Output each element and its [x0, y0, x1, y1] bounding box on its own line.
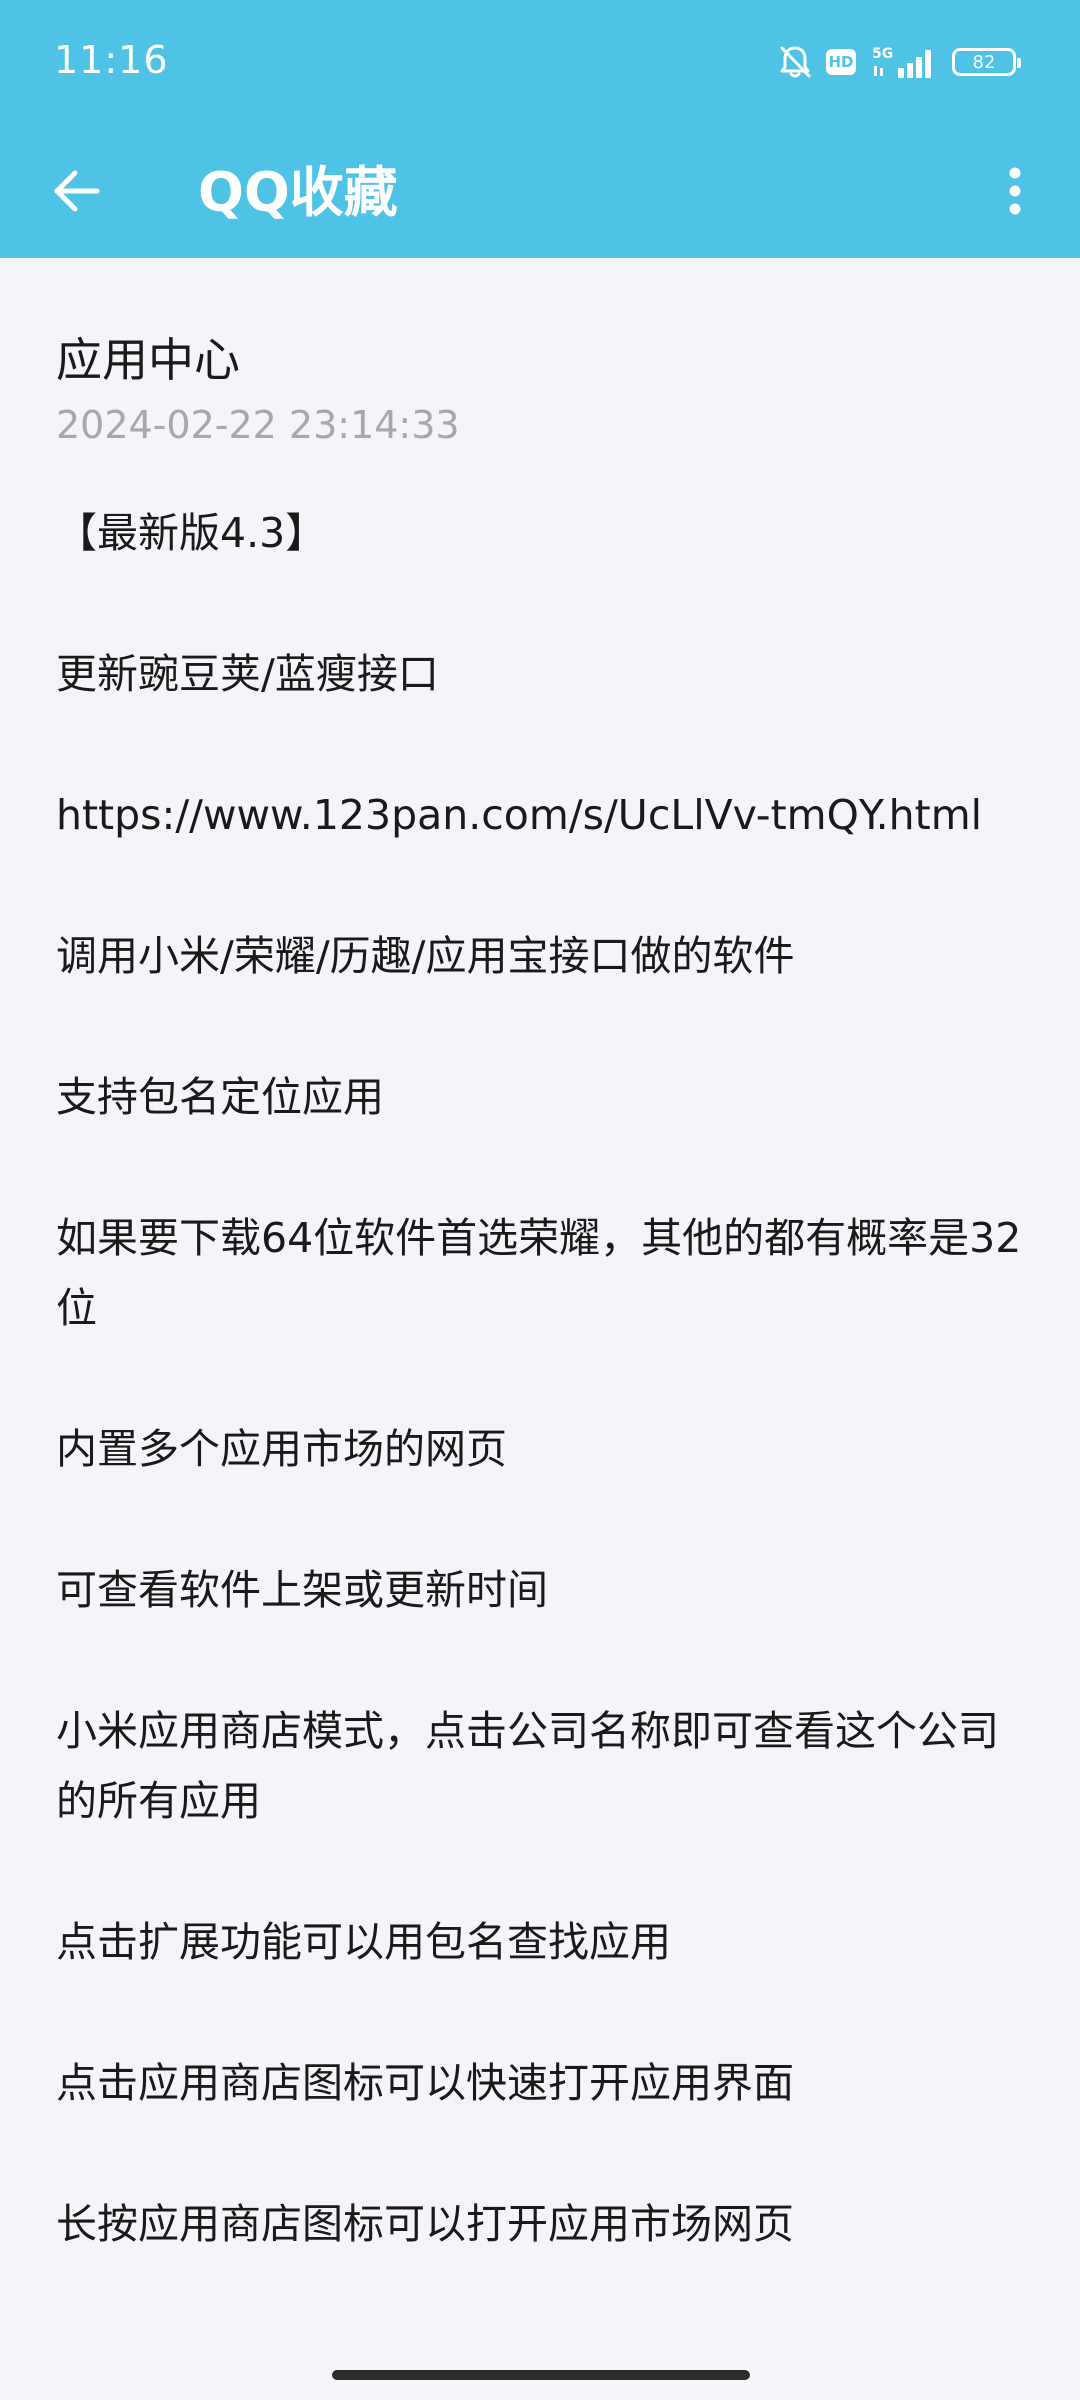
- note-link[interactable]: https://www.123pan.com/s/UcLlVv-tmQY.htm…: [56, 780, 1026, 850]
- more-options-button[interactable]: [990, 158, 1040, 228]
- app-bar: QQ收藏: [0, 128, 1080, 258]
- gesture-navigation-bar[interactable]: [332, 2370, 750, 2380]
- note-content[interactable]: 应用中心 2024-02-22 23:14:33 【最新版4.3】 更新豌豆荚/…: [0, 258, 1080, 2358]
- note-line: 如果要下载64位软件首选荣耀，其他的都有概率是32位: [56, 1214, 1022, 1332]
- note-timestamp: 2024-02-22 23:14:33: [56, 403, 460, 447]
- page-title: QQ收藏: [198, 161, 398, 224]
- battery-icon: 82: [952, 48, 1021, 76]
- note-line: 【最新版4.3】: [56, 509, 327, 557]
- note-line: 调用小米/荣耀/历趣/应用宝接口做的软件: [56, 932, 795, 980]
- note-line: 点击应用商店图标可以快速打开应用界面: [56, 2059, 794, 2107]
- note-line: 长按应用商店图标可以打开应用市场网页: [56, 2200, 794, 2248]
- note-body: 【最新版4.3】 更新豌豆荚/蓝瘦接口 https://www.123pan.c…: [56, 498, 1026, 2330]
- arrow-left-icon: [51, 169, 101, 217]
- note-title: 应用中心: [56, 333, 240, 387]
- battery-level: 82: [972, 51, 996, 73]
- status-time: 11:16: [54, 38, 169, 82]
- 5g-signal-icon: 5G: [870, 44, 938, 80]
- note-line: 支持包名定位应用: [56, 1073, 384, 1121]
- note-line: 可查看软件上架或更新时间: [56, 1566, 548, 1614]
- back-button[interactable]: [40, 163, 112, 223]
- svg-text:5G: 5G: [872, 46, 893, 62]
- status-icons: HD 5G 82: [778, 42, 1021, 82]
- bell-muted-icon: [778, 44, 812, 80]
- note-line: 更新豌豆荚/蓝瘦接口: [56, 650, 439, 698]
- note-line: 点击扩展功能可以用包名查找应用: [56, 1918, 671, 1966]
- hd-icon: HD: [826, 49, 856, 75]
- note-line: 小米应用商店模式，点击公司名称即可查看这个公司的所有应用: [56, 1707, 999, 1825]
- status-bar: 11:16 HD 5G 82: [0, 0, 1080, 128]
- screen: 11:16 HD 5G 82 QQ收藏 应用中心 2024-02-22 23:1…: [0, 0, 1080, 2400]
- more-vertical-icon: [1008, 166, 1022, 220]
- note-line: 内置多个应用市场的网页: [56, 1425, 507, 1473]
